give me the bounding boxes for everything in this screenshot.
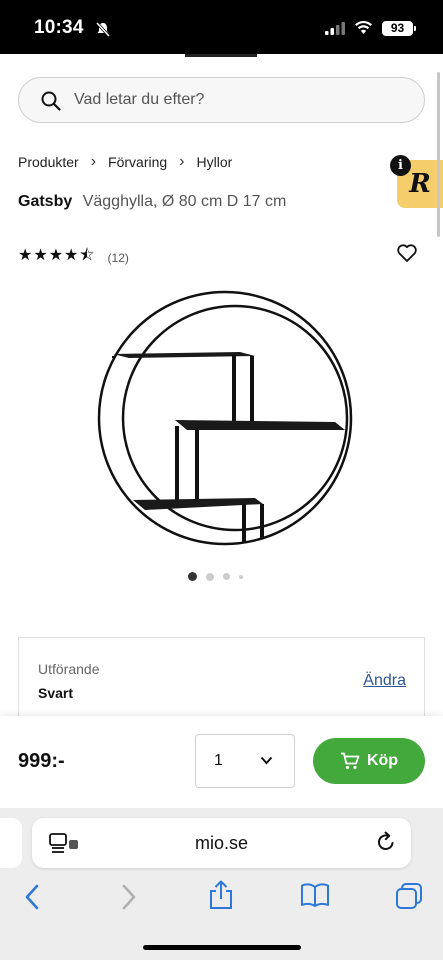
breadcrumb-forvaring[interactable]: Förvaring xyxy=(108,154,167,170)
variant-selector: Utförande Svart Ändra xyxy=(18,637,425,717)
chevron-down-icon xyxy=(260,756,273,765)
breadcrumb-produkter[interactable]: Produkter xyxy=(18,154,79,170)
tabs-icon[interactable] xyxy=(395,882,423,910)
search-icon xyxy=(41,91,61,111)
search-input[interactable] xyxy=(74,78,414,122)
variant-value: Svart xyxy=(38,685,74,701)
bell-muted-icon xyxy=(95,21,111,37)
gallery-dot[interactable] xyxy=(206,572,214,581)
buy-button-label: Köp xyxy=(366,752,399,769)
wifi-icon xyxy=(355,21,372,34)
product-image-round-shelf[interactable] xyxy=(95,290,355,550)
cellular-signal-icon xyxy=(325,22,345,35)
review-count: (12) xyxy=(107,250,129,265)
product-title: Gatsby Vägghylla, Ø 80 cm D 17 cm xyxy=(18,193,286,211)
back-icon[interactable] xyxy=(24,884,40,910)
previous-tab-edge[interactable] xyxy=(0,818,22,868)
battery-indicator: 93 xyxy=(382,21,416,36)
scrollbar[interactable] xyxy=(437,72,440,237)
breadcrumb-hyllor[interactable]: Hyllor xyxy=(197,154,233,170)
bookmarks-icon[interactable] xyxy=(300,882,330,908)
address-bar[interactable]: mio.se xyxy=(32,818,411,868)
forward-icon[interactable] xyxy=(121,884,137,910)
browser-chrome: mio.se xyxy=(0,808,443,960)
gallery-pagination[interactable] xyxy=(188,572,252,581)
status-time: 10:34 xyxy=(34,17,84,38)
product-brand: Gatsby xyxy=(18,193,73,210)
header-logo-fragment xyxy=(185,54,257,57)
buy-button[interactable]: Köp xyxy=(313,738,425,784)
share-icon[interactable] xyxy=(208,880,234,910)
browser-toolbar xyxy=(0,880,443,914)
rating-stars-icon: ★★★★⯪ xyxy=(18,247,96,264)
chevron-right-icon: › xyxy=(179,153,185,170)
gallery-dot[interactable] xyxy=(223,573,230,580)
quantity-select[interactable]: 1 xyxy=(195,734,295,788)
reload-icon[interactable] xyxy=(375,831,397,853)
product-description: Vägghylla, Ø 80 cm D 17 cm xyxy=(82,193,287,210)
url-text: mio.se xyxy=(194,833,248,853)
breadcrumb: Produkter › Förvaring › Hyllor xyxy=(18,153,232,171)
gallery-dot[interactable] xyxy=(239,574,243,579)
search-bar[interactable] xyxy=(18,77,425,123)
chevron-right-icon: › xyxy=(90,153,97,170)
quantity-value: 1 xyxy=(214,752,223,769)
cart-icon xyxy=(340,752,360,770)
gallery-dot[interactable] xyxy=(188,572,197,581)
price: 999:- xyxy=(18,750,65,772)
heart-icon[interactable] xyxy=(397,244,417,262)
variant-label: Utförande xyxy=(38,661,100,677)
change-variant-link[interactable]: Ändra xyxy=(363,672,406,690)
status-bar: 10:34 93 xyxy=(0,0,443,54)
info-icon[interactable]: i xyxy=(390,155,411,176)
buy-bar: 999:- 1 Köp xyxy=(0,716,443,808)
home-indicator xyxy=(143,945,301,950)
product-rating[interactable]: ★★★★⯪ (12) xyxy=(18,244,129,271)
